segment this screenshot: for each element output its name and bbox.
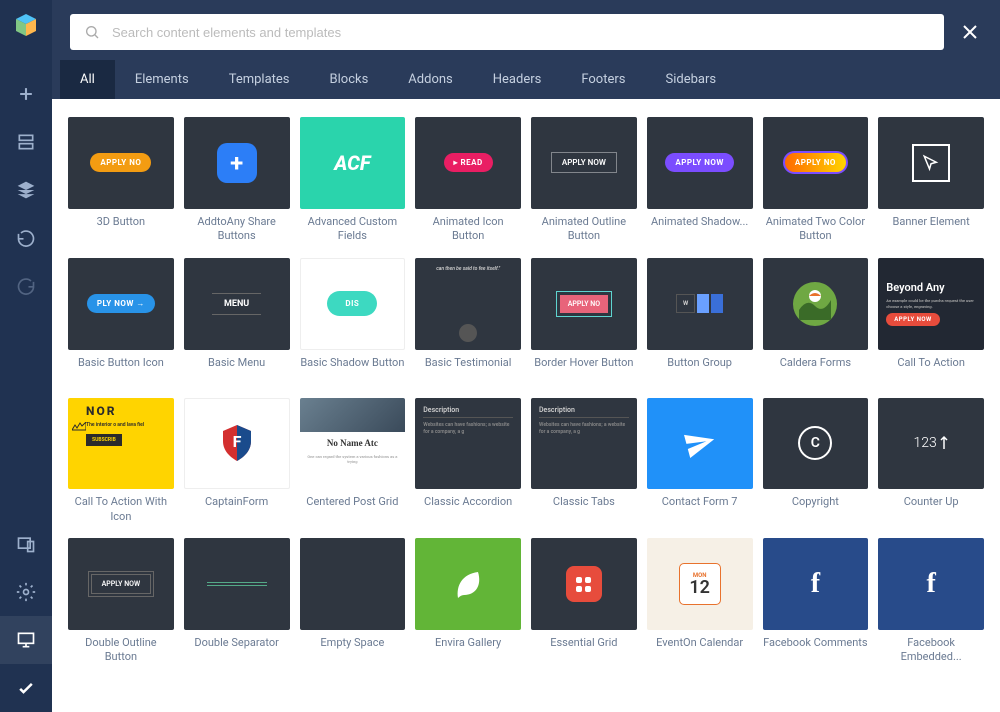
app-root: All Elements Templates Blocks Addons Hea… xyxy=(0,0,1000,712)
add-icon[interactable] xyxy=(0,70,52,118)
grid-icon xyxy=(566,566,602,602)
element-card[interactable]: DIS Basic Shadow Button xyxy=(300,258,406,384)
panel-icon[interactable] xyxy=(0,118,52,166)
send-icon xyxy=(680,424,719,463)
cursor-icon xyxy=(912,144,950,182)
element-card[interactable]: ▸ READ Animated Icon Button xyxy=(415,117,521,244)
element-card[interactable]: + AddtoAny Share Buttons xyxy=(184,117,290,244)
tab-sidebars[interactable]: Sidebars xyxy=(646,60,737,99)
element-card[interactable]: f Facebook Comments xyxy=(763,538,869,665)
element-card[interactable]: NORThe interior o and lava fielSUBSCRIB … xyxy=(68,398,174,525)
element-card[interactable]: Double Separator xyxy=(184,538,290,665)
tab-elements[interactable]: Elements xyxy=(115,60,209,99)
element-card[interactable]: DescriptionWebsites can have fashions; a… xyxy=(415,398,521,525)
element-card[interactable]: ACF Advanced Custom Fields xyxy=(300,117,406,244)
tab-addons[interactable]: Addons xyxy=(388,60,472,99)
close-icon[interactable] xyxy=(958,20,982,44)
facebook-icon: f xyxy=(811,568,820,600)
element-card[interactable]: No Name AtcOne can regard the system a v… xyxy=(300,398,406,525)
element-card[interactable]: APPLY NO Border Hover Button xyxy=(531,258,637,384)
element-card[interactable]: Essential Grid xyxy=(531,538,637,665)
element-card[interactable]: MENU Basic Menu xyxy=(184,258,290,384)
tab-templates[interactable]: Templates xyxy=(209,60,310,99)
content: APPLY NO 3D Button + AddtoAny Share Butt… xyxy=(52,99,1000,712)
devices-icon[interactable] xyxy=(0,520,52,568)
element-card[interactable]: Envira Gallery xyxy=(415,538,521,665)
leaf-icon xyxy=(448,564,488,604)
element-card[interactable]: DescriptionWebsites can have fashions; a… xyxy=(531,398,637,525)
element-card[interactable]: Contact Form 7 xyxy=(647,398,753,525)
element-card[interactable]: 123 Counter Up xyxy=(878,398,984,525)
desktop-icon[interactable] xyxy=(0,616,52,664)
element-card[interactable]: APPLY NOW Animated Outline Button xyxy=(531,117,637,244)
element-card[interactable]: f Facebook Embedded... xyxy=(878,538,984,665)
element-card[interactable]: APPLY NO Animated Two Color Button xyxy=(763,117,869,244)
redo-icon[interactable] xyxy=(0,262,52,310)
settings-icon[interactable] xyxy=(0,568,52,616)
plus-icon: + xyxy=(217,143,257,183)
element-card[interactable]: W Button Group xyxy=(647,258,753,384)
copyright-icon: C xyxy=(798,426,832,460)
main: All Elements Templates Blocks Addons Hea… xyxy=(52,0,1000,712)
search-icon xyxy=(84,24,100,40)
logo xyxy=(12,12,40,40)
element-card[interactable]: Caldera Forms xyxy=(763,258,869,384)
element-card[interactable]: APPLY NOW Animated Shadow... xyxy=(647,117,753,244)
left-sidebar xyxy=(0,0,52,712)
svg-text:F: F xyxy=(232,432,241,451)
search-input[interactable] xyxy=(112,25,930,40)
element-card[interactable]: Beyond AnyAn example could be the purcha… xyxy=(878,258,984,384)
tab-footers[interactable]: Footers xyxy=(561,60,645,99)
shield-icon: F xyxy=(219,423,255,463)
tabs: All Elements Templates Blocks Addons Hea… xyxy=(52,60,1000,99)
caldera-icon xyxy=(789,278,841,330)
element-card[interactable]: APPLY NO 3D Button xyxy=(68,117,174,244)
tab-headers[interactable]: Headers xyxy=(473,60,562,99)
elements-grid: APPLY NO 3D Button + AddtoAny Share Butt… xyxy=(68,117,984,665)
element-card[interactable]: APPLY NOW Double Outline Button xyxy=(68,538,174,665)
element-card[interactable]: C Copyright xyxy=(763,398,869,525)
element-card[interactable]: Banner Element xyxy=(878,117,984,244)
element-card[interactable]: Empty Space xyxy=(300,538,406,665)
element-card[interactable]: PLY NOW → Basic Button Icon xyxy=(68,258,174,384)
search-bar xyxy=(52,0,1000,60)
layers-icon[interactable] xyxy=(0,166,52,214)
search-box[interactable] xyxy=(70,14,944,50)
element-card[interactable]: MON12 EventOn Calendar xyxy=(647,538,753,665)
calendar-icon: MON12 xyxy=(679,563,721,605)
undo-icon[interactable] xyxy=(0,214,52,262)
tab-all[interactable]: All xyxy=(60,60,115,99)
tab-blocks[interactable]: Blocks xyxy=(310,60,389,99)
check-icon[interactable] xyxy=(0,664,52,712)
facebook-icon: f xyxy=(926,568,935,600)
element-card[interactable]: can then be said to fee itself." Basic T… xyxy=(415,258,521,384)
element-card[interactable]: F CaptainForm xyxy=(184,398,290,525)
